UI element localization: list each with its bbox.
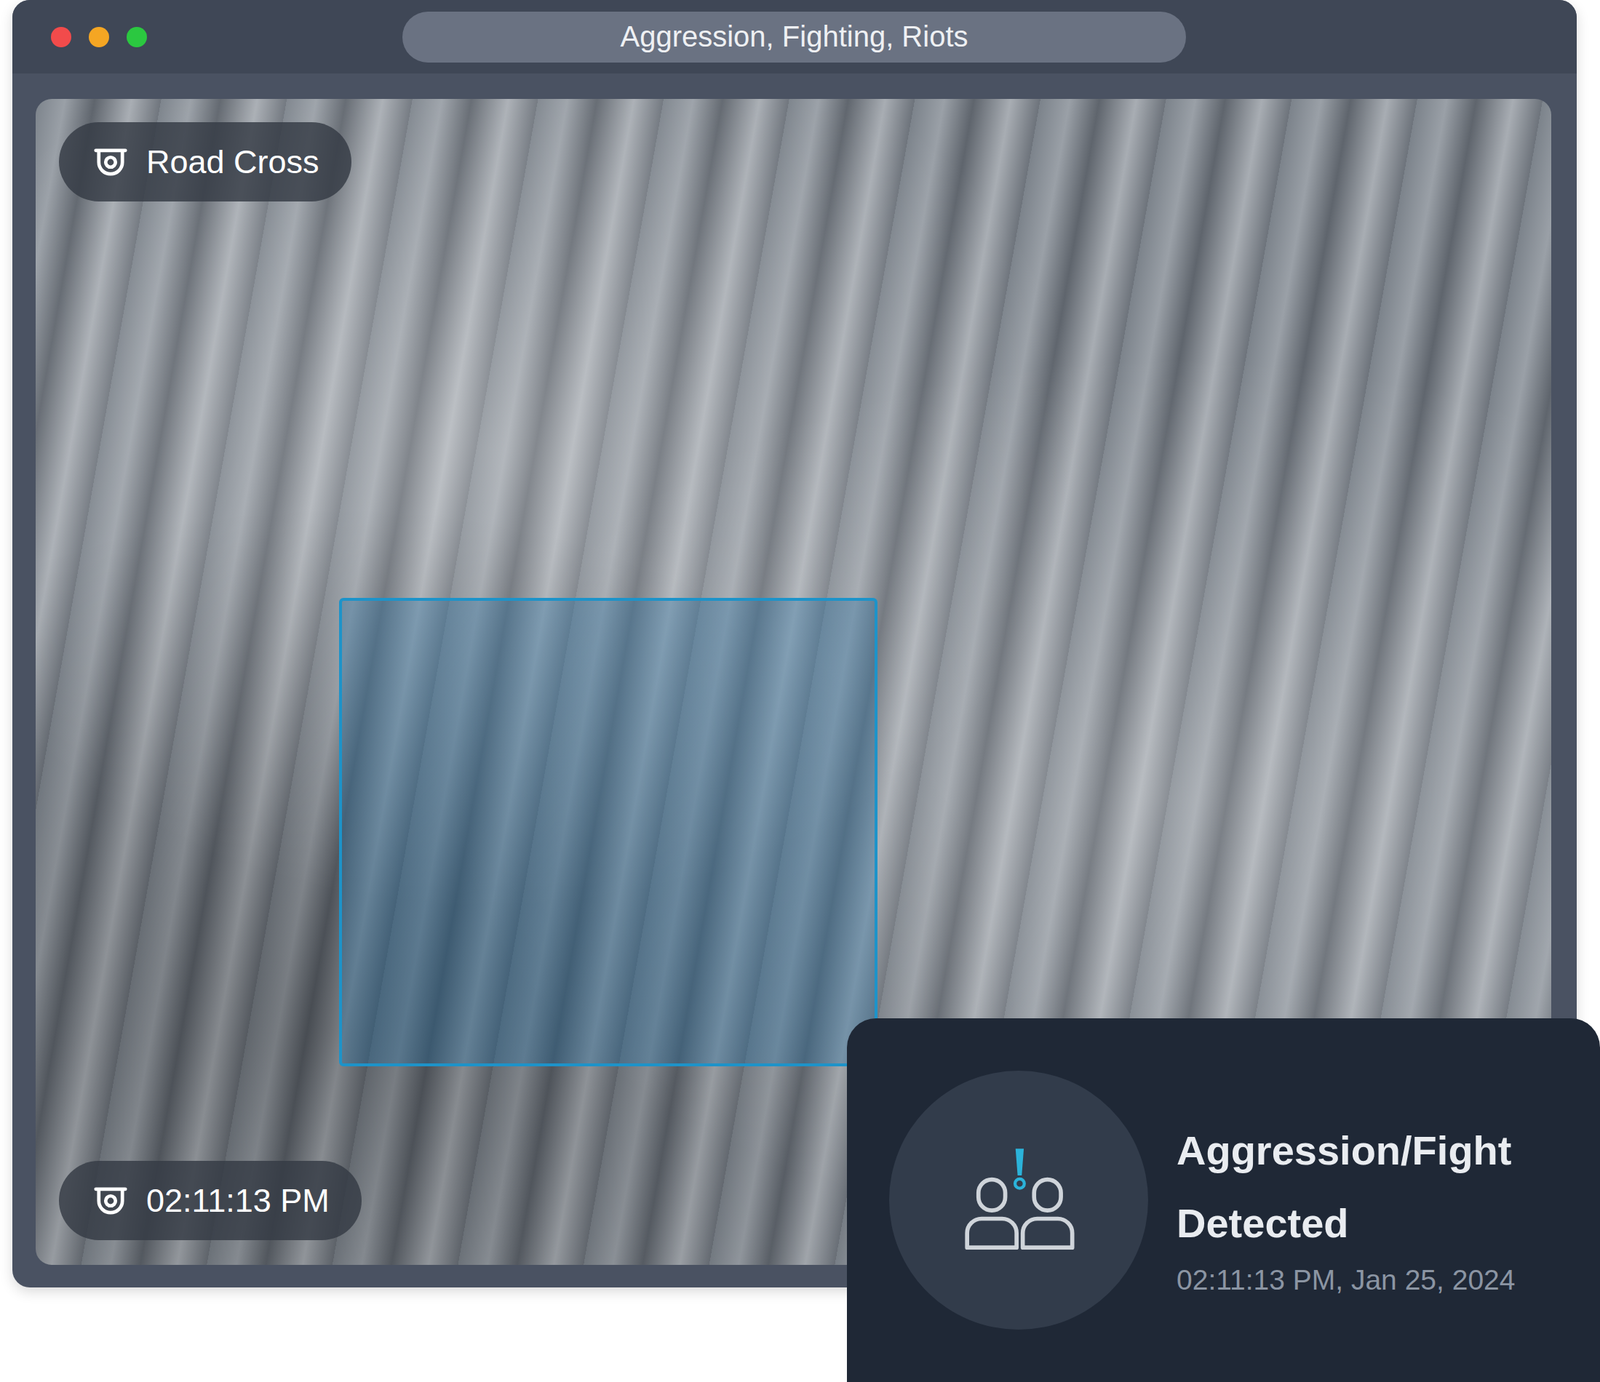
window-title: Aggression, Fighting, Riots	[402, 11, 1186, 63]
close-button[interactable]	[50, 26, 72, 48]
page: Aggression, Fighting, Riots Road Cross 02:…	[0, 0, 1600, 1382]
alert-text: Aggression/FightDetected02:11:13 PM, Jan…	[1176, 1071, 1515, 1297]
window-controls	[50, 26, 147, 48]
alert-icon-circle	[889, 1071, 1149, 1331]
camera-icon	[90, 1181, 131, 1221]
detection-box	[339, 598, 878, 1067]
people-alert-icon	[956, 1138, 1081, 1263]
camera-time: 02:11:13 PM	[58, 1161, 362, 1241]
alert-timestamp: 02:11:13 PM, Jan 25, 2024	[1176, 1264, 1515, 1297]
alert-title: Aggression/Fight	[1176, 1114, 1515, 1188]
minimize-button[interactable]	[88, 26, 110, 48]
alert-card[interactable]: Aggression/FightDetected02:11:13 PM, Jan…	[846, 1018, 1600, 1382]
camera-icon	[90, 142, 131, 182]
maximize-button[interactable]	[126, 26, 147, 48]
alert-title: Detected	[1176, 1187, 1515, 1261]
camera-label: Road Cross	[58, 122, 352, 202]
title-bar: Aggression, Fighting, Riots	[12, 0, 1577, 74]
